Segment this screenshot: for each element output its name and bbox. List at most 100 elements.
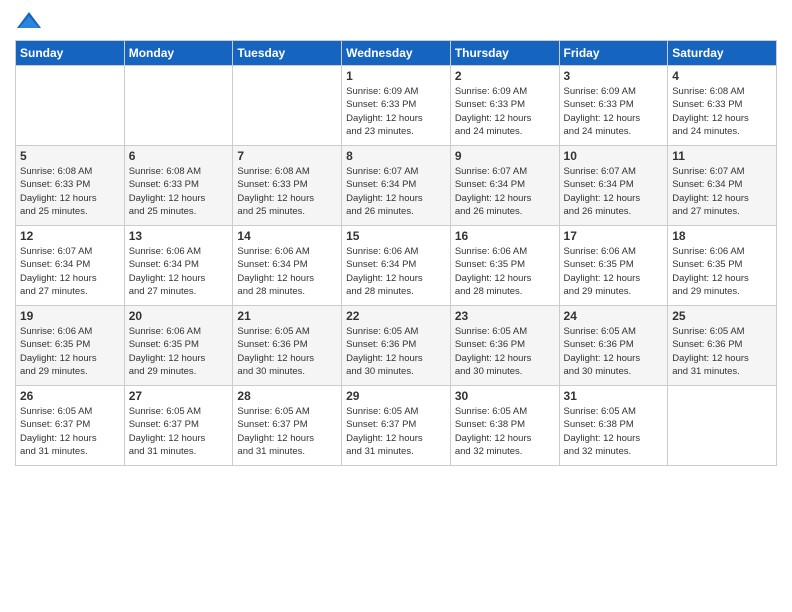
day-info: Sunrise: 6:08 AM Sunset: 6:33 PM Dayligh… — [20, 165, 120, 218]
calendar-cell: 20 Sunrise: 6:06 AM Sunset: 6:35 PM Dayli… — [124, 306, 233, 386]
calendar-cell: 22 Sunrise: 6:05 AM Sunset: 6:36 PM Dayli… — [342, 306, 451, 386]
header-friday: Friday — [559, 41, 668, 66]
day-info: Sunrise: 6:07 AM Sunset: 6:34 PM Dayligh… — [20, 245, 120, 298]
calendar-cell: 6 Sunrise: 6:08 AM Sunset: 6:33 PM Daylig… — [124, 146, 233, 226]
calendar-week-row: 1 Sunrise: 6:09 AM Sunset: 6:33 PM Daylig… — [16, 66, 777, 146]
day-number: 25 — [672, 309, 772, 323]
calendar-cell — [233, 66, 342, 146]
day-number: 14 — [237, 229, 337, 243]
day-number: 16 — [455, 229, 555, 243]
calendar-week-row: 5 Sunrise: 6:08 AM Sunset: 6:33 PM Daylig… — [16, 146, 777, 226]
calendar-cell: 23Sunrise: 6:05 AM Sunset: 6:36 PM Dayli… — [450, 306, 559, 386]
day-number: 12 — [20, 229, 120, 243]
day-number: 3 — [564, 69, 664, 83]
calendar-cell: 13 Sunrise: 6:06 AM Sunset: 6:34 PM Dayli… — [124, 226, 233, 306]
day-number: 19 — [20, 309, 120, 323]
day-number: 4 — [672, 69, 772, 83]
day-number: 21 — [237, 309, 337, 323]
calendar-cell: 10 Sunrise: 6:07 AM Sunset: 6:34 PM Dayli… — [559, 146, 668, 226]
day-number: 11 — [672, 149, 772, 163]
header-saturday: Saturday — [668, 41, 777, 66]
calendar-cell: 28 Sunrise: 6:05 AM Sunset: 6:37 PM Dayli… — [233, 386, 342, 466]
day-info: Sunrise: 6:06 AM Sunset: 6:34 PM Dayligh… — [129, 245, 229, 298]
day-number: 23 — [455, 309, 555, 323]
calendar-cell: 7 Sunrise: 6:08 AM Sunset: 6:33 PM Daylig… — [233, 146, 342, 226]
calendar-cell: 11Sunrise: 6:07 AM Sunset: 6:34 PM Dayli… — [668, 146, 777, 226]
day-number: 26 — [20, 389, 120, 403]
day-info: Sunrise: 6:09 AM Sunset: 6:33 PM Dayligh… — [564, 85, 664, 138]
calendar-cell: 12 Sunrise: 6:07 AM Sunset: 6:34 PM Dayli… — [16, 226, 125, 306]
day-number: 24 — [564, 309, 664, 323]
calendar-cell: 3 Sunrise: 6:09 AM Sunset: 6:33 PM Daylig… — [559, 66, 668, 146]
calendar-cell: 14Sunrise: 6:06 AM Sunset: 6:34 PM Dayli… — [233, 226, 342, 306]
day-info: Sunrise: 6:08 AM Sunset: 6:33 PM Dayligh… — [129, 165, 229, 218]
day-info: Sunrise: 6:05 AM Sunset: 6:36 PM Dayligh… — [346, 325, 446, 378]
day-info: Sunrise: 6:09 AM Sunset: 6:33 PM Dayligh… — [455, 85, 555, 138]
day-info: Sunrise: 6:06 AM Sunset: 6:34 PM Dayligh… — [346, 245, 446, 298]
day-info: Sunrise: 6:05 AM Sunset: 6:38 PM Dayligh… — [455, 405, 555, 458]
header-thursday: Thursday — [450, 41, 559, 66]
day-info: Sunrise: 6:05 AM Sunset: 6:36 PM Dayligh… — [237, 325, 337, 378]
calendar-page: Sunday Monday Tuesday Wednesday Thursday… — [0, 0, 792, 481]
calendar-week-row: 26 Sunrise: 6:05 AM Sunset: 6:37 PM Dayli… — [16, 386, 777, 466]
day-number: 18 — [672, 229, 772, 243]
day-number: 28 — [237, 389, 337, 403]
day-number: 17 — [564, 229, 664, 243]
day-number: 29 — [346, 389, 446, 403]
calendar-cell: 24 Sunrise: 6:05 AM Sunset: 6:36 PM Dayli… — [559, 306, 668, 386]
header-sunday: Sunday — [16, 41, 125, 66]
day-info: Sunrise: 6:06 AM Sunset: 6:35 PM Dayligh… — [564, 245, 664, 298]
day-info: Sunrise: 6:06 AM Sunset: 6:35 PM Dayligh… — [672, 245, 772, 298]
day-number: 22 — [346, 309, 446, 323]
calendar-body: 1 Sunrise: 6:09 AM Sunset: 6:33 PM Daylig… — [16, 66, 777, 466]
day-number: 13 — [129, 229, 229, 243]
day-number: 31 — [564, 389, 664, 403]
calendar-week-row: 12 Sunrise: 6:07 AM Sunset: 6:34 PM Dayli… — [16, 226, 777, 306]
day-info: Sunrise: 6:07 AM Sunset: 6:34 PM Dayligh… — [346, 165, 446, 218]
calendar-table: Sunday Monday Tuesday Wednesday Thursday… — [15, 40, 777, 466]
logo — [15, 10, 47, 32]
day-number: 30 — [455, 389, 555, 403]
day-info: Sunrise: 6:05 AM Sunset: 6:36 PM Dayligh… — [672, 325, 772, 378]
logo-icon — [15, 10, 43, 32]
day-number: 27 — [129, 389, 229, 403]
header-tuesday: Tuesday — [233, 41, 342, 66]
calendar-cell: 8 Sunrise: 6:07 AM Sunset: 6:34 PM Daylig… — [342, 146, 451, 226]
day-info: Sunrise: 6:08 AM Sunset: 6:33 PM Dayligh… — [672, 85, 772, 138]
day-number: 10 — [564, 149, 664, 163]
calendar-cell: 21 Sunrise: 6:05 AM Sunset: 6:36 PM Dayli… — [233, 306, 342, 386]
calendar-cell: 27 Sunrise: 6:05 AM Sunset: 6:37 PM Dayli… — [124, 386, 233, 466]
day-info: Sunrise: 6:05 AM Sunset: 6:37 PM Dayligh… — [20, 405, 120, 458]
day-number: 1 — [346, 69, 446, 83]
calendar-cell: 15 Sunrise: 6:06 AM Sunset: 6:34 PM Dayli… — [342, 226, 451, 306]
day-info: Sunrise: 6:06 AM Sunset: 6:35 PM Dayligh… — [20, 325, 120, 378]
calendar-cell: 16 Sunrise: 6:06 AM Sunset: 6:35 PM Dayli… — [450, 226, 559, 306]
day-number: 7 — [237, 149, 337, 163]
day-info: Sunrise: 6:07 AM Sunset: 6:34 PM Dayligh… — [564, 165, 664, 218]
day-number: 15 — [346, 229, 446, 243]
calendar-cell: 1 Sunrise: 6:09 AM Sunset: 6:33 PM Daylig… — [342, 66, 451, 146]
calendar-cell: 30 Sunrise: 6:05 AM Sunset: 6:38 PM Dayli… — [450, 386, 559, 466]
day-info: Sunrise: 6:05 AM Sunset: 6:37 PM Dayligh… — [237, 405, 337, 458]
weekday-header-row: Sunday Monday Tuesday Wednesday Thursday… — [16, 41, 777, 66]
day-number: 5 — [20, 149, 120, 163]
day-number: 20 — [129, 309, 229, 323]
day-info: Sunrise: 6:06 AM Sunset: 6:35 PM Dayligh… — [129, 325, 229, 378]
calendar-cell: 29Sunrise: 6:05 AM Sunset: 6:37 PM Dayli… — [342, 386, 451, 466]
day-number: 6 — [129, 149, 229, 163]
day-info: Sunrise: 6:05 AM Sunset: 6:36 PM Dayligh… — [564, 325, 664, 378]
day-info: Sunrise: 6:05 AM Sunset: 6:37 PM Dayligh… — [129, 405, 229, 458]
day-info: Sunrise: 6:06 AM Sunset: 6:35 PM Dayligh… — [455, 245, 555, 298]
calendar-cell — [668, 386, 777, 466]
day-info: Sunrise: 6:05 AM Sunset: 6:38 PM Dayligh… — [564, 405, 664, 458]
calendar-cell: 17 Sunrise: 6:06 AM Sunset: 6:35 PM Dayli… — [559, 226, 668, 306]
day-info: Sunrise: 6:08 AM Sunset: 6:33 PM Dayligh… — [237, 165, 337, 218]
calendar-cell — [16, 66, 125, 146]
header-monday: Monday — [124, 41, 233, 66]
header-wednesday: Wednesday — [342, 41, 451, 66]
calendar-cell — [124, 66, 233, 146]
calendar-cell: 5 Sunrise: 6:08 AM Sunset: 6:33 PM Daylig… — [16, 146, 125, 226]
day-info: Sunrise: 6:09 AM Sunset: 6:33 PM Dayligh… — [346, 85, 446, 138]
day-number: 8 — [346, 149, 446, 163]
day-number: 2 — [455, 69, 555, 83]
